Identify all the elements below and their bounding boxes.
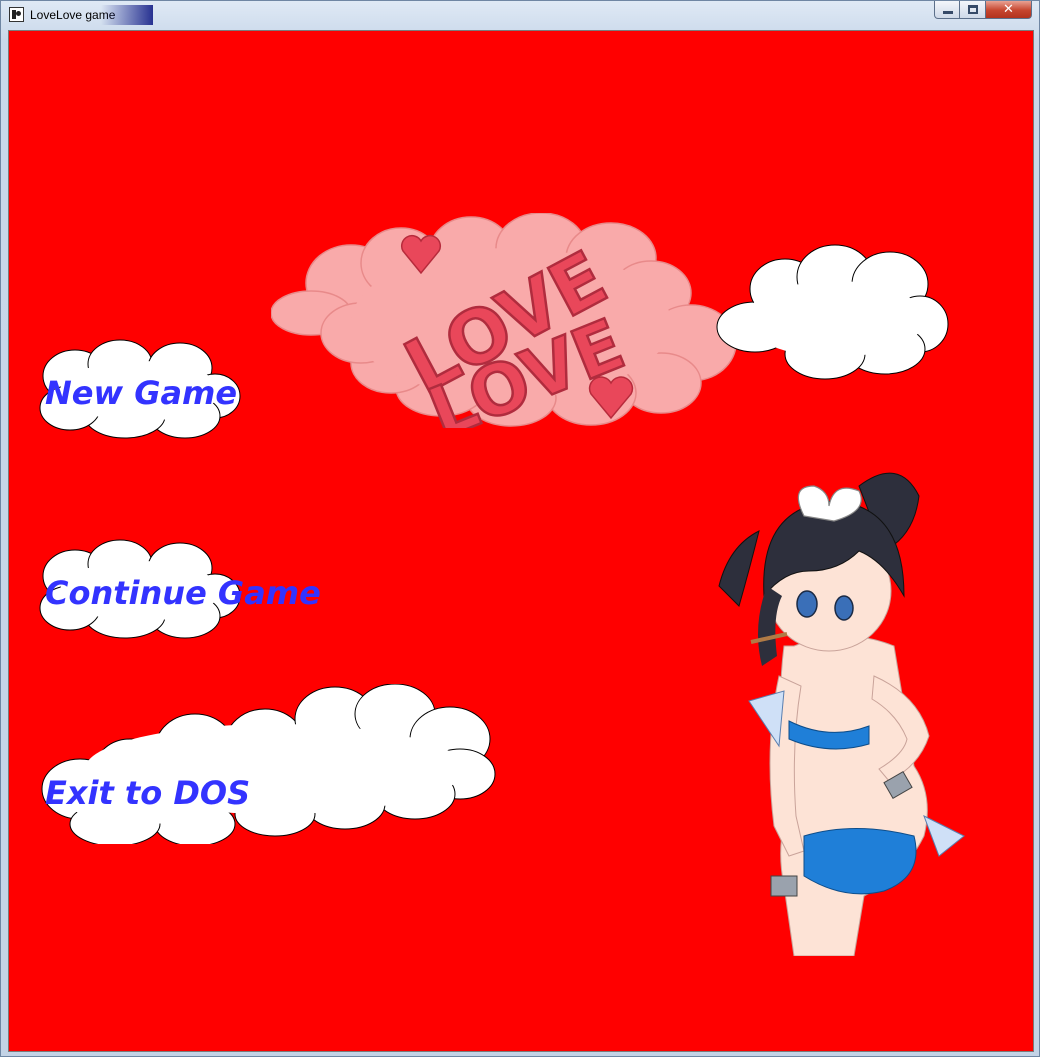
- maximize-icon: [968, 5, 978, 14]
- menu-item-new-game[interactable]: New Game: [45, 374, 237, 412]
- maximize-button[interactable]: [960, 1, 986, 19]
- exit-cloud: [41, 684, 496, 844]
- game-window: LoveLove game ✕ LOVE LOVE New Game Conti…: [0, 0, 1040, 1057]
- window-controls: ✕: [934, 1, 1032, 21]
- menu-item-continue-game[interactable]: Continue Game: [45, 574, 321, 612]
- decorative-cloud-right: [716, 244, 949, 380]
- game-canvas: LOVE LOVE New Game Continue Game Exit to…: [8, 30, 1034, 1052]
- menu-item-exit-to-dos[interactable]: Exit to DOS: [45, 774, 250, 812]
- close-button[interactable]: ✕: [986, 1, 1032, 19]
- minimize-icon: [943, 11, 953, 14]
- minimize-button[interactable]: [934, 1, 960, 19]
- close-icon: ✕: [1003, 2, 1014, 17]
- character-sprite: [718, 472, 965, 956]
- title-bar[interactable]: LoveLove game ✕: [1, 1, 1039, 29]
- app-icon[interactable]: [9, 7, 24, 22]
- love-love-logo: LOVE LOVE: [271, 213, 737, 428]
- title-shade: [101, 5, 153, 25]
